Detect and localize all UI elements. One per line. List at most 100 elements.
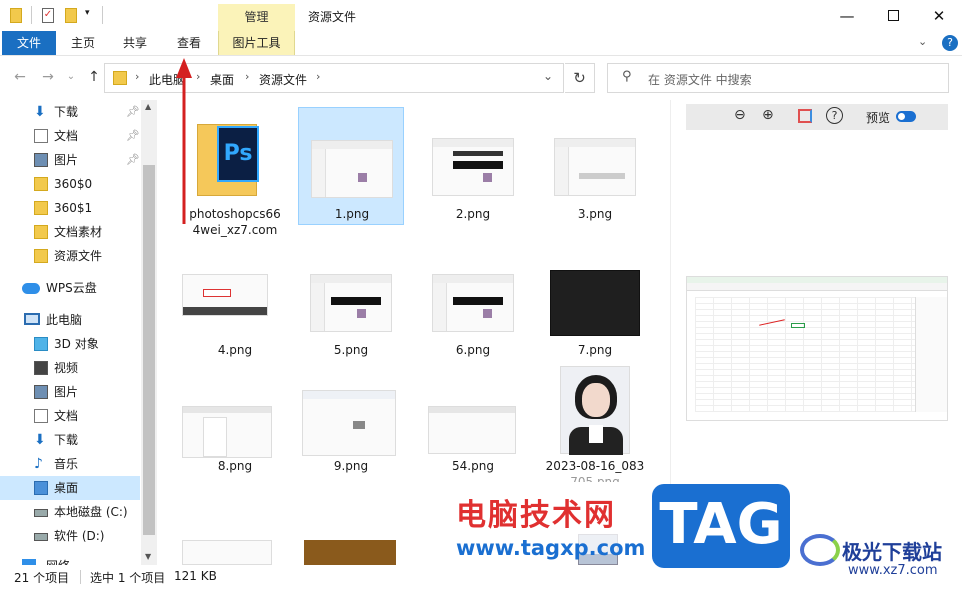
breadcrumb-item[interactable]: 资源文件	[259, 71, 307, 88]
preview-toggle[interactable]	[896, 111, 916, 122]
sidebar-item-desktop[interactable]: 桌面	[0, 476, 140, 500]
scroll-up-icon[interactable]: ▲	[145, 102, 151, 111]
music-note-icon: ♪	[34, 456, 43, 472]
file-item[interactable]: 5.png	[298, 244, 404, 362]
sidebar-item-documents[interactable]: 文档 📌︎	[0, 124, 140, 148]
file-item[interactable]: 2023-08-16_083 705.png	[542, 362, 648, 482]
file-name: 3.png	[577, 207, 613, 221]
refresh-icon: ↻	[573, 69, 586, 87]
file-name: 705.png	[570, 475, 620, 482]
file-item-folder[interactable]: Ps photoshopcs66 4wei_xz7.com	[182, 108, 288, 237]
sidebar-item-music[interactable]: ♪ 音乐	[0, 452, 140, 476]
file-item[interactable]: 8.png	[182, 362, 288, 480]
back-arrow-icon[interactable]: ←	[12, 69, 28, 85]
sidebar-item-drive-c[interactable]: 本地磁盘 (C:)	[0, 500, 140, 524]
divider	[31, 6, 32, 24]
sidebar-item-drive-d[interactable]: 软件 (D:)	[0, 524, 140, 548]
file-name: 2.png	[455, 207, 491, 221]
image-thumbnail[interactable]	[304, 540, 396, 565]
folder-icon	[34, 249, 48, 263]
navigation-pane: ⬇ 下载 📌︎ 文档 📌︎ 图片 📌︎ 360$0 360$1 文档素材 资源文件 WP…	[0, 100, 158, 565]
divider	[80, 570, 81, 584]
minimize-button[interactable]: —	[824, 0, 870, 31]
search-input[interactable]: ⚲ 在 资源文件 中搜索	[607, 63, 949, 93]
close-button[interactable]: ✕	[916, 0, 962, 31]
scroll-down-icon[interactable]: ▼	[145, 552, 151, 561]
download-arrow-icon: ⬇	[34, 104, 46, 120]
annotation-arrow	[176, 58, 192, 224]
spreadsheet-grid	[695, 297, 915, 412]
tab-picture-tools[interactable]: 图片工具	[218, 31, 295, 55]
pin-icon[interactable]: 📌︎	[126, 124, 140, 148]
maximize-button[interactable]	[870, 0, 916, 31]
brand-logo-icon	[800, 534, 840, 566]
file-item[interactable]: 4.png	[182, 244, 288, 362]
tab-home[interactable]: 主页	[58, 31, 108, 55]
folder-icon	[34, 177, 48, 191]
sidebar-item-documents-pc[interactable]: 文档	[0, 404, 140, 428]
sidebar-item-360-1[interactable]: 360$1	[0, 196, 140, 220]
file-item[interactable]: 3.png	[542, 108, 648, 226]
watermark-site-name: 电脑技术网	[456, 498, 616, 533]
file-item[interactable]: 54.png	[420, 362, 526, 480]
sidebar-item-wps-cloud[interactable]: WPS云盘	[0, 276, 140, 300]
preview-toolbar: ⊖ ⊕ ? 预览	[686, 104, 948, 130]
grid-view-icon[interactable]	[798, 109, 812, 123]
scrollbar-thumb[interactable]	[143, 165, 155, 535]
customize-qat-icon[interactable]: ▾	[85, 8, 90, 18]
address-dropdown-chevron-icon[interactable]: ⌄	[543, 69, 553, 83]
forward-arrow-icon[interactable]: →	[40, 69, 56, 85]
file-name: 5.png	[333, 343, 369, 357]
file-name: 2023-08-16_083	[545, 459, 645, 473]
sidebar-item-downloads[interactable]: ⬇ 下载 📌︎	[0, 100, 140, 124]
refresh-button[interactable]: ↻	[565, 63, 595, 93]
file-item[interactable]: 7.png	[542, 244, 648, 362]
zoom-in-icon[interactable]: ⊕	[762, 107, 774, 123]
file-name: 1.png	[334, 207, 370, 221]
portrait-photo	[560, 366, 630, 455]
file-item-selected[interactable]: 1.png	[298, 107, 404, 225]
sidebar-item-doc-materials[interactable]: 文档素材	[0, 220, 140, 244]
folder-icon	[113, 71, 127, 85]
expand-ribbon-chevron-icon[interactable]: ⌄	[918, 35, 927, 48]
tab-view[interactable]: 查看	[164, 31, 214, 55]
sidebar-item-downloads-pc[interactable]: ⬇ 下载	[0, 428, 140, 452]
download-arrow-icon: ⬇	[34, 432, 46, 448]
tab-file[interactable]: 文件	[2, 31, 56, 55]
pin-icon[interactable]: 📌︎	[126, 148, 140, 172]
picture-icon	[34, 153, 48, 167]
spreadsheet-toolbar	[687, 283, 947, 291]
pin-icon[interactable]: 📌︎	[126, 100, 140, 124]
sidebar-item-360-0[interactable]: 360$0	[0, 172, 140, 196]
tab-share[interactable]: 共享	[110, 31, 160, 55]
sidebar-item-pictures[interactable]: 图片 📌︎	[0, 148, 140, 172]
recent-locations-chevron-icon[interactable]: ⌄	[63, 69, 79, 85]
properties-check-icon[interactable]: ✓	[42, 8, 54, 23]
file-item[interactable]: 9.png	[298, 362, 404, 480]
drive-icon	[34, 509, 48, 517]
file-name: 4wei_xz7.com	[192, 223, 278, 237]
sidebar-item-3d-objects[interactable]: 3D 对象	[0, 332, 140, 356]
sidebar-item-videos[interactable]: 视频	[0, 356, 140, 380]
file-item[interactable]: 2.png	[420, 108, 526, 226]
sidebar-item-resource-files[interactable]: 资源文件	[0, 244, 140, 268]
context-tab-manage[interactable]: 管理	[218, 4, 295, 31]
breadcrumb-item[interactable]: 桌面	[210, 71, 234, 88]
up-arrow-icon[interactable]: ↑	[86, 69, 102, 85]
sidebar-item-network[interactable]: 网络	[0, 554, 140, 565]
sidebar-item-pictures-pc[interactable]: 图片	[0, 380, 140, 404]
divider	[102, 6, 103, 24]
zoom-out-icon[interactable]: ⊖	[734, 107, 746, 123]
file-item[interactable]: 6.png	[420, 244, 526, 362]
help-icon[interactable]: ?	[942, 35, 958, 51]
item-count: 21 个项目	[14, 571, 70, 585]
file-name: 8.png	[217, 459, 253, 473]
search-placeholder: 在 资源文件 中搜索	[648, 73, 752, 87]
cube-icon	[34, 337, 48, 351]
new-folder-icon[interactable]	[65, 8, 77, 23]
sidebar-item-this-pc[interactable]: 此电脑	[0, 308, 140, 332]
picture-icon	[34, 385, 48, 399]
selected-size: 121 KB	[174, 569, 217, 583]
help-icon[interactable]: ?	[826, 107, 843, 124]
image-thumbnail[interactable]	[182, 540, 272, 565]
